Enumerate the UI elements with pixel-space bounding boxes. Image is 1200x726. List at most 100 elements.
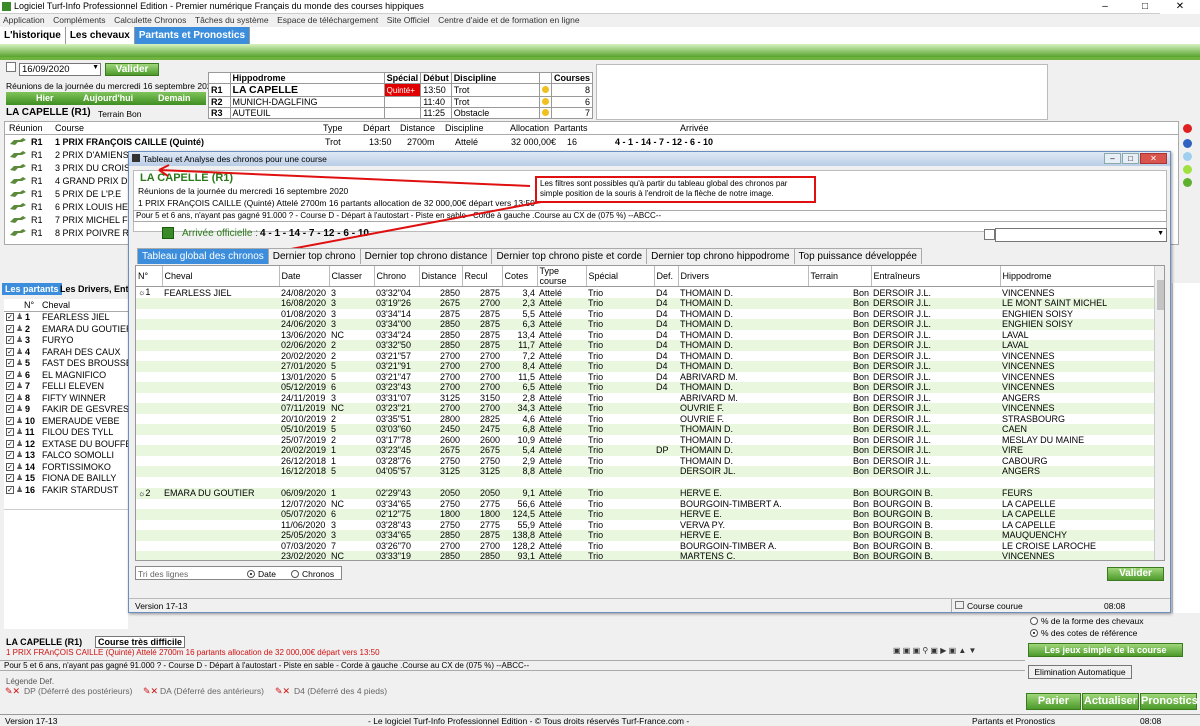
horse-list-item[interactable]: ✓ ♟ 13 FALCO SOMOLLI [4, 450, 128, 462]
chrono-row[interactable]: 12/07/2020 NC 03'34"65 2750 2775 56,6 Attelé Tr… [136, 498, 1164, 509]
chrono-row[interactable]: 24/06/2020 3 03'34"00 2850 2875 6,3 Attelé Trio… [136, 319, 1164, 330]
checkbox[interactable]: ✓ [6, 382, 14, 390]
horse-list-item[interactable]: ✓ ♟ 11 FILOU DES TYLL [4, 427, 128, 439]
horse-list-item[interactable]: ✓ ♟ 3 FURYO [4, 335, 128, 347]
menu-application[interactable]: Application [0, 14, 48, 27]
tab-chevaux[interactable]: Les chevaux [66, 27, 135, 44]
col-header[interactable]: Terrain [808, 266, 872, 287]
validate-date-button[interactable]: Valider [105, 63, 159, 76]
checkbox[interactable]: ✓ [6, 405, 14, 413]
demain-button[interactable]: Demain [158, 93, 191, 103]
jeux-simple-button[interactable]: Les jeux simple de la course [1028, 643, 1183, 657]
checkbox[interactable]: ✓ [6, 324, 14, 333]
chrono-row[interactable]: 23/02/2020 NC 03'33"19 2850 2850 93,1 Attelé Tr… [136, 551, 1164, 560]
chrono-row[interactable]: 02/06/2020 2 03'32"50 2850 2875 11,7 Attelé Tri… [136, 340, 1164, 351]
bottom-tab-difficile[interactable]: Course très difficile [95, 636, 186, 648]
chrono-row[interactable]: 20/02/2020 2 03'21"57 2700 2700 7,2 Attelé Trio… [136, 350, 1164, 361]
chevron-down-icon[interactable]: ▼ [92, 64, 99, 71]
horse-list-item[interactable]: ✓ ♟ 15 FIONA DE BAILLY [4, 473, 128, 485]
checkbox[interactable]: ✓ [6, 462, 14, 471]
horse-list-item[interactable]: ✓ ♟ 1 FEARLESS JIEL [4, 312, 128, 324]
tab-drivers[interactable]: Les Drivers, Entr [60, 283, 132, 295]
tab-puissance[interactable]: Top puissance développée [793, 248, 922, 264]
parier-button[interactable]: Parier [1026, 693, 1081, 710]
chrono-row[interactable]: 27/01/2020 5 03'21"91 2700 2700 8,4 Attelé Trio… [136, 361, 1164, 372]
race-row[interactable]: R1 1 PRIX FRAnÇOIS CAILLE (Quinté) Trot … [5, 137, 1178, 149]
horse-list-item[interactable]: ✓ ♟ 7 FELLI ELEVEN [4, 381, 128, 393]
chrono-row[interactable]: 26/12/2018 1 03'28"76 2750 2750 2,9 Attelé Trio… [136, 455, 1164, 466]
close-icon[interactable]: ✕ [1160, 0, 1200, 14]
maximize-icon[interactable]: □ [1125, 0, 1165, 14]
vertical-scrollbar[interactable] [1154, 266, 1164, 560]
chrono-row[interactable]: 24/11/2019 3 03'31"07 3125 3150 2,8 Attelé Trio… [136, 392, 1164, 403]
horse-list-item[interactable]: ✓ ♟ 12 EXTASE DU BOUFFE [4, 439, 131, 451]
col-header[interactable]: Def. [654, 266, 679, 287]
chrono-row[interactable]: ☼2 EMARA DU GOUTIER 06/09/2020 1 02'29"43 205… [136, 487, 1164, 499]
checkbox[interactable]: ✓ [6, 485, 14, 494]
col-header[interactable]: Type course [537, 266, 587, 287]
bottom-toolbar-icons[interactable]: ▣ ▣ ▣ ⚲ ▣ ▶ ▣ ▲ ▼ [893, 646, 1018, 657]
aujourdhui-button[interactable]: Aujourd'hui [83, 93, 133, 103]
chrono-row[interactable]: 07/03/2020 7 03'26"70 2700 2700 128,2 Attelé Tr… [136, 540, 1164, 551]
chrono-row[interactable]: 05/10/2019 5 03'03"60 2450 2475 6,8 Attelé Trio… [136, 424, 1164, 435]
col-header[interactable]: Recul [462, 266, 503, 287]
col-header[interactable]: Spécial [586, 266, 655, 287]
tab-dernier-distance[interactable]: Dernier top chrono distance [359, 248, 493, 264]
col-header[interactable]: Cotes [502, 266, 538, 287]
chrono-row[interactable]: 16/12/2018 5 04'05"57 3125 3125 8,8 Attelé Trio… [136, 466, 1164, 477]
checkbox[interactable]: ✓ [6, 313, 14, 321]
elimination-button[interactable]: Elimination Automatique [1028, 665, 1132, 679]
checkbox[interactable]: ✓ [6, 336, 14, 344]
checkbox[interactable]: ✓ [6, 451, 14, 459]
scroll-thumb[interactable] [1157, 280, 1164, 310]
col-header[interactable]: Chrono [374, 266, 420, 287]
chrono-row[interactable]: 25/07/2019 2 03'17"78 2600 2600 10,9 Attelé Tri… [136, 434, 1164, 445]
col-header[interactable]: Classer [329, 266, 375, 287]
menu-taches[interactable]: Tâches du système [192, 14, 272, 27]
chrono-row[interactable]: 11/06/2020 3 03'28"43 2750 2775 55,9 Attelé Tri… [136, 519, 1164, 530]
chrono-row[interactable]: 07/11/2019 NC 03'23"21 2700 2700 34,3 Attelé Tr… [136, 403, 1164, 414]
col-header[interactable]: Hippodrome [1000, 266, 1156, 287]
chrono-row[interactable]: 01/08/2020 3 03'34"14 2875 2875 5,5 Attelé Trio… [136, 308, 1164, 319]
checkbox[interactable]: ✓ [6, 370, 14, 379]
col-header[interactable]: Drivers [678, 266, 809, 287]
hier-button[interactable]: Hier [36, 93, 54, 103]
checkbox[interactable]: ✓ [6, 416, 14, 425]
dialog-validate-button[interactable]: Valider [1107, 567, 1164, 581]
checkbox[interactable]: ✓ [6, 359, 14, 367]
col-header[interactable]: Cheval [162, 266, 280, 287]
cotes-radio[interactable] [1030, 629, 1038, 637]
chrono-row[interactable]: 20/02/2019 1 03'23"45 2675 2675 5,4 Attelé Trio… [136, 445, 1164, 456]
tab-dernier-top[interactable]: Dernier top chrono [267, 248, 361, 264]
pronostics-button[interactable]: Pronostics [1140, 693, 1198, 710]
hippodrome-row[interactable]: R2 MUNICH-DAGLFING 11:40 Trot 6 [208, 96, 594, 108]
chrono-row[interactable]: ☼1 FEARLESS JIEL 24/08/2020 3 03'32"04 2850 28… [136, 286, 1164, 298]
col-header[interactable]: Distance [419, 266, 463, 287]
chrono-row[interactable]: 13/06/2020 NC 03'34"24 2850 2875 13,4 Attelé Tr… [136, 329, 1164, 340]
tab-dernier-hippodrome[interactable]: Dernier top chrono hippodrome [646, 248, 795, 264]
book-icon[interactable] [1183, 139, 1192, 148]
checkbox[interactable]: ✓ [6, 439, 14, 448]
hippodrome-row[interactable]: R1 LA CAPELLE Quinté+ 13:50 Trot 8 [208, 83, 594, 97]
checkbox[interactable]: ✓ [6, 474, 14, 482]
horse-list-item[interactable]: ✓ ♟ 6 EL MAGNIFICO [4, 370, 128, 382]
tab-tableau-global[interactable]: Tableau global des chronos [137, 248, 269, 264]
actualiser-button[interactable]: Actualiser [1082, 693, 1139, 710]
horse-list-item[interactable]: ✓ ♟ 2 EMARA DU GOUTIER [4, 324, 133, 336]
chrono-row[interactable]: 16/08/2020 3 03'19"26 2675 2700 2,3 Attelé Trio… [136, 298, 1164, 309]
col-header[interactable]: Date [279, 266, 330, 287]
horse-list-item[interactable]: ✓ ♟ 4 FARAH DES CAUX [4, 347, 128, 359]
calendar-icon[interactable] [6, 62, 16, 72]
horse-list-item[interactable]: ✓ ♟ 14 FORTISSIMOKO [4, 462, 128, 474]
menu-aide[interactable]: Centre d'aide et de formation en ligne [435, 14, 583, 27]
date-field[interactable]: 16/09/2020 ▼ [19, 63, 101, 76]
chrono-row[interactable]: 05/07/2020 6 02'12"75 1800 1800 124,5 Attelé Tr… [136, 509, 1164, 520]
bottom-tab-meeting[interactable]: LA CAPELLE (R1) [6, 637, 82, 647]
tab-dernier-piste[interactable]: Dernier top chrono piste et corde [491, 248, 648, 264]
horse-list-item[interactable]: ✓ ♟ 5 FAST DES BROUSSE [4, 358, 132, 370]
tab-historique[interactable]: L'historique [0, 27, 66, 44]
menu-complements[interactable]: Compléments [50, 14, 108, 27]
horse-list-item[interactable]: ✓ ♟ 8 FIFTY WINNER [4, 393, 128, 405]
checkbox[interactable]: ✓ [6, 393, 14, 402]
col-header[interactable]: Entraîneurs [871, 266, 1001, 287]
